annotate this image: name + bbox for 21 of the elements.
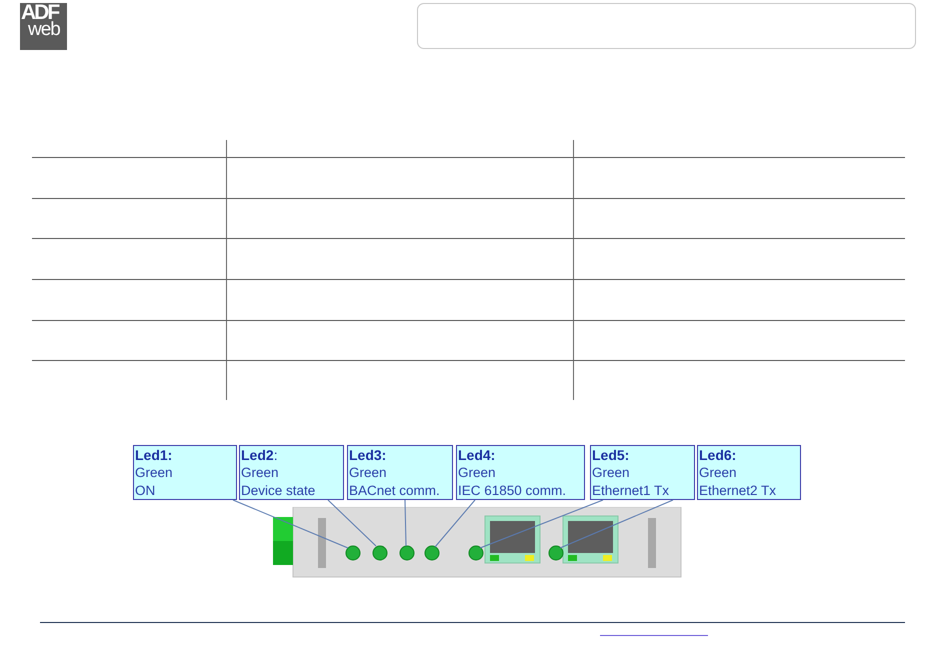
led-color: Green [135,464,174,482]
led-function: IEC 61850 comm. [458,482,568,500]
led-color: Green [592,464,631,482]
led-title: Led4: [458,446,496,464]
led-title: Led1: [135,446,174,464]
leader-line [404,500,406,546]
led-title: Led5: [592,446,630,464]
led-title: Led2: [241,446,279,464]
led-color: Green [349,464,388,482]
led-title: Led3: [349,446,388,464]
led-color: Green [699,464,738,482]
logo-text: web [28,20,60,39]
leader-line [434,500,476,548]
led-function: Device state [241,482,316,500]
led-function: Ethernet1 Tx [592,482,670,500]
led-function: BACnet comm. [349,482,441,500]
led-function: Ethernet2 Tx [699,482,778,500]
led-color: Green [241,464,280,482]
led-title: Led6: [699,446,738,464]
led-color: Green [458,464,497,482]
led-function: ON [135,482,156,500]
